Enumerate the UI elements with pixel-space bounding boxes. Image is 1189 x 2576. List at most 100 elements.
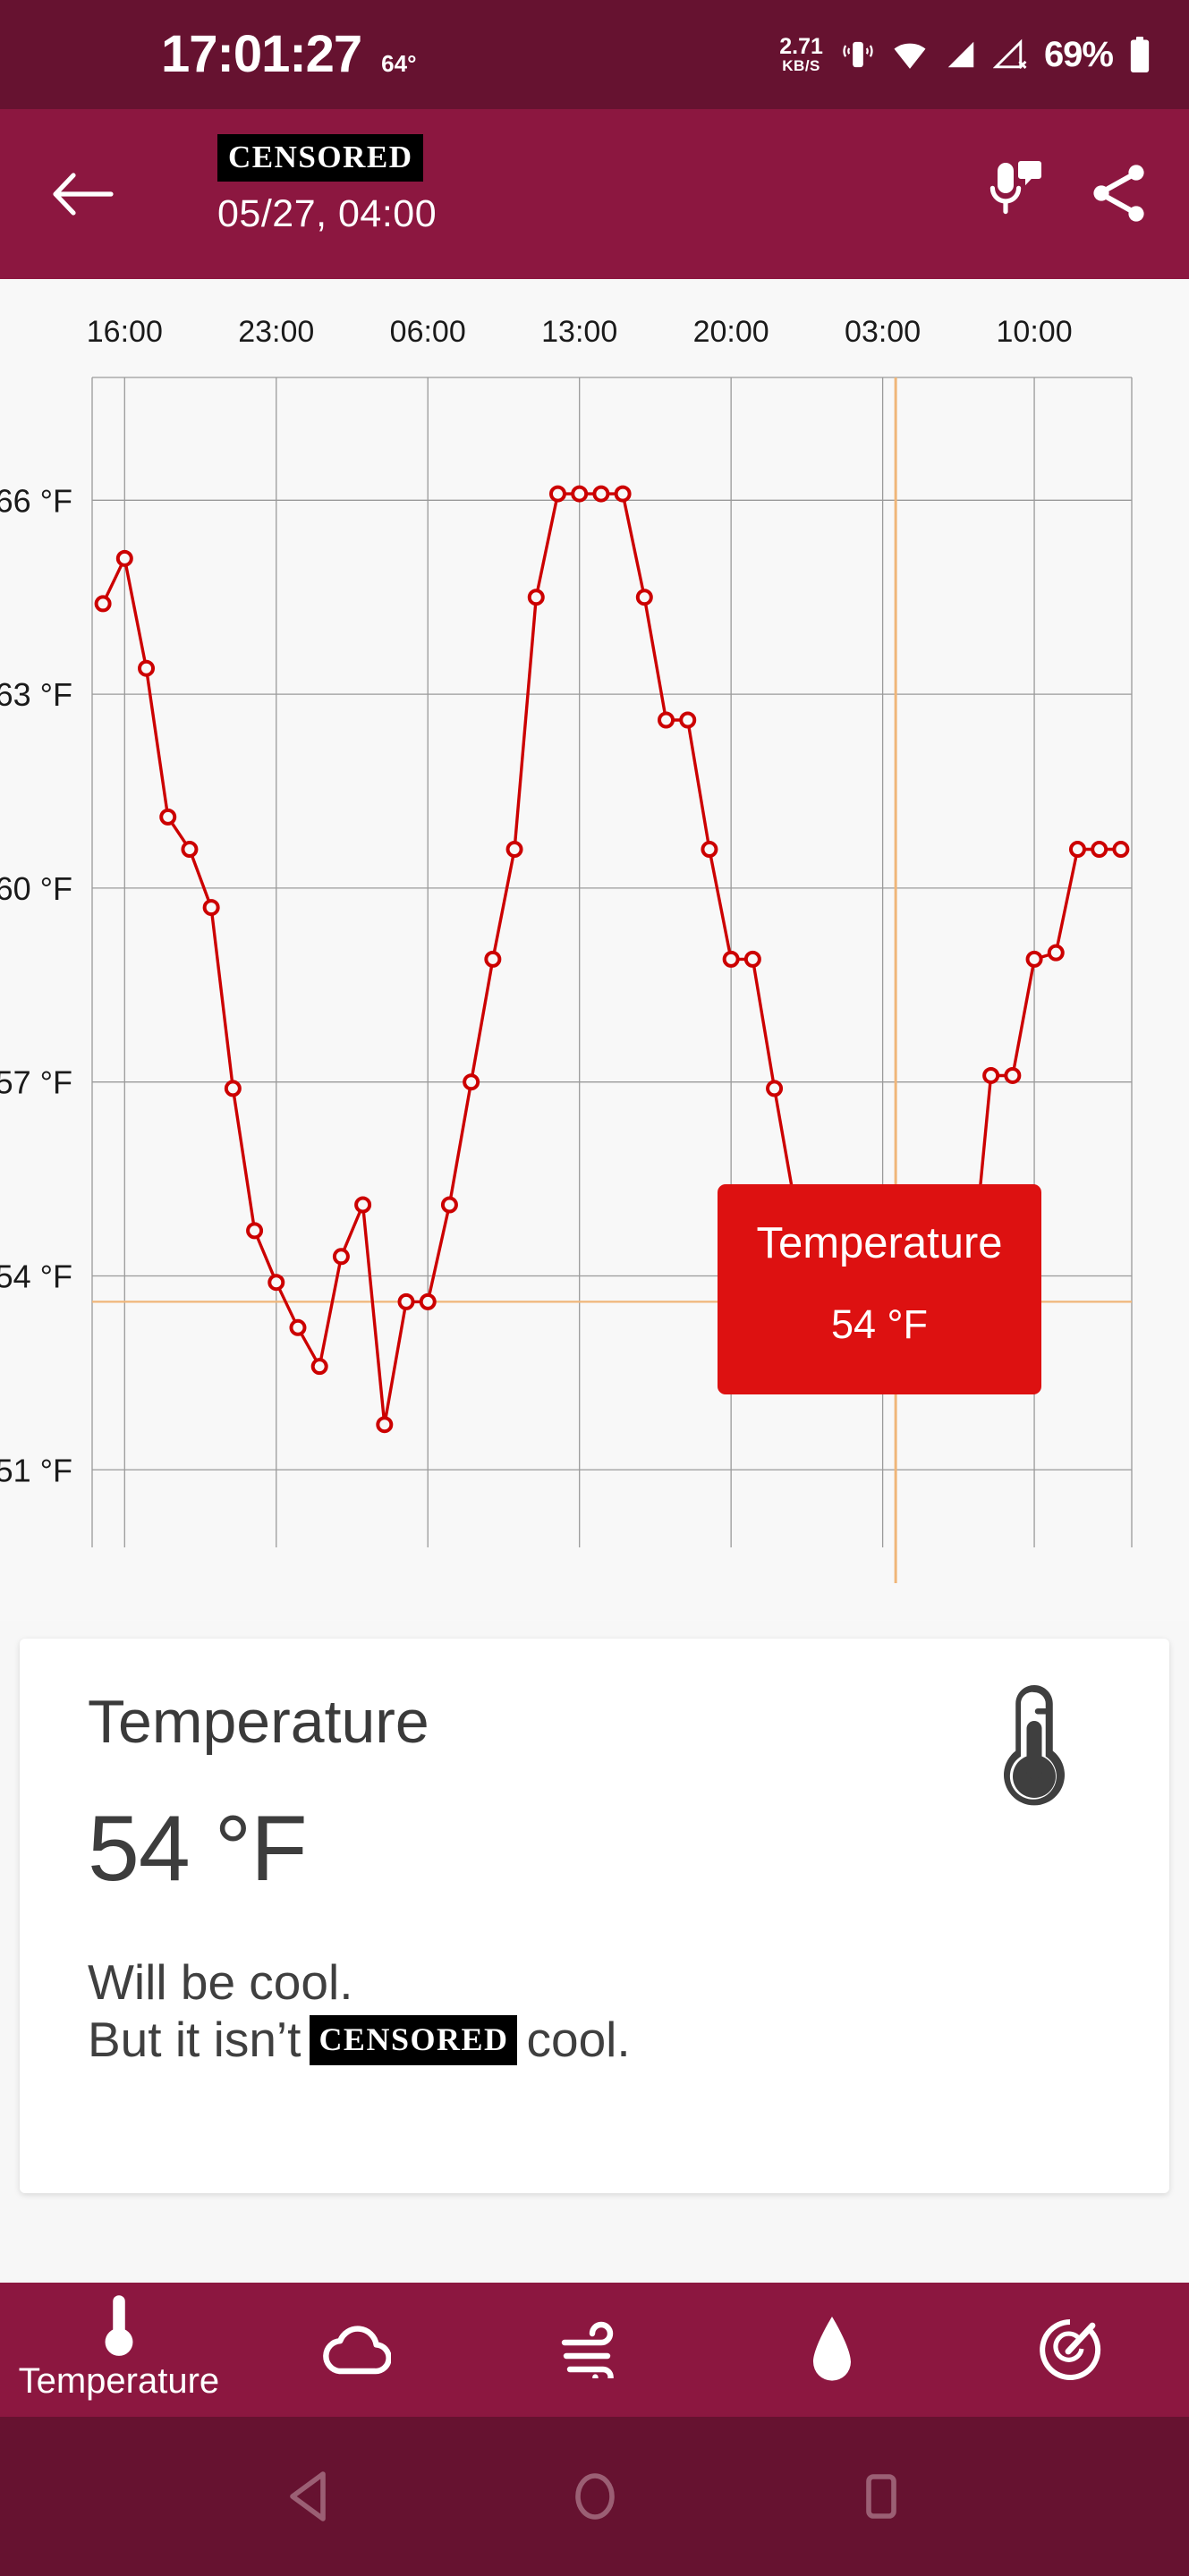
recents-square-icon — [865, 2474, 896, 2519]
chart-xtick-label: 03:00 — [845, 315, 921, 349]
chart-xtick-label: 06:00 — [390, 315, 466, 349]
chart-ytick-label: 54 °F — [0, 1258, 72, 1294]
chart-data-point[interactable] — [310, 1358, 328, 1376]
thermometer-icon — [105, 2295, 133, 2356]
temperature-detail-card[interactable]: Temperature 54 °F Will be cool. But it i… — [20, 1639, 1169, 2193]
chart-data-point[interactable] — [722, 950, 740, 968]
temperature-chart[interactable]: 16:00 23:00 06:00 13:00 20:00 03:00 10:00 66 °F… — [0, 279, 1189, 1621]
chart-tooltip[interactable]: Temperature 54 °F — [718, 1184, 1041, 1394]
chart-data-point[interactable] — [1047, 944, 1065, 962]
card-description: Will be cool. But it isn’t CENSORED cool… — [88, 1953, 631, 2069]
chart-data-point[interactable] — [181, 841, 199, 859]
chart-xtick-label: 10:00 — [997, 315, 1073, 349]
chart-data-point[interactable] — [268, 1274, 285, 1292]
chart-data-point[interactable] — [138, 659, 156, 677]
chart-data-point[interactable] — [224, 1080, 242, 1097]
chart-data-point[interactable] — [376, 1416, 394, 1434]
card-description-censored: CENSORED — [310, 2014, 518, 2065]
chart-data-point[interactable] — [354, 1196, 372, 1214]
gauge-icon — [1040, 2319, 1101, 2380]
chart-ytick-label: 57 °F — [0, 1064, 72, 1101]
network-speed: 2.71 KB/S — [779, 34, 823, 74]
status-bar: 17:01:27 64° 2.71 KB/S 69% — [0, 0, 1189, 109]
chart-data-point[interactable] — [246, 1222, 264, 1240]
nav-item-wind[interactable] — [476, 2283, 714, 2417]
chart-data-point[interactable] — [679, 711, 697, 729]
chart-tooltip-label: Temperature — [756, 1219, 1002, 1267]
card-description-line-1: Will be cool. — [88, 1954, 353, 2010]
chart-data-point[interactable] — [115, 549, 133, 567]
nav-item-temperature[interactable]: Temperature — [0, 2283, 238, 2417]
chart-data-point[interactable] — [159, 808, 177, 826]
chart-data-point[interactable] — [419, 1292, 437, 1310]
chart-ytick-label: 51 °F — [0, 1452, 72, 1488]
wifi-icon — [894, 43, 926, 69]
chart-xtick-label: 20:00 — [693, 315, 769, 349]
chart-data-point[interactable] — [505, 841, 523, 859]
chart-data-point[interactable] — [289, 1318, 307, 1336]
card-description-line-2: But it isn’t CENSORED cool. — [88, 2011, 631, 2068]
chart-data-point[interactable] — [1112, 841, 1130, 859]
android-system-nav — [0, 2417, 1189, 2576]
chart-data-point[interactable] — [571, 485, 589, 503]
system-back-button[interactable] — [268, 2456, 349, 2537]
chart-data-point[interactable] — [1091, 841, 1108, 859]
system-recents-button[interactable] — [841, 2456, 921, 2537]
network-speed-unit: KB/S — [782, 57, 820, 74]
chart-data-point[interactable] — [548, 485, 566, 503]
chart-xtick-label: 16:00 — [87, 315, 163, 349]
chart-data-point[interactable] — [463, 1073, 480, 1091]
page-subtitle: 05/27, 04:00 — [217, 192, 437, 235]
status-clock: 17:01:27 — [161, 25, 362, 83]
microphone-comment-icon — [989, 161, 1041, 215]
vibrate-icon — [843, 41, 873, 68]
card-title: Temperature — [88, 1688, 429, 1756]
page-title-censored: CENSORED — [217, 134, 424, 182]
wind-icon — [562, 2321, 615, 2378]
share-icon — [1093, 165, 1144, 222]
network-speed-value: 2.71 — [779, 34, 823, 59]
battery-icon — [1130, 37, 1150, 72]
signal-icon — [947, 41, 974, 68]
chart-data-point[interactable] — [701, 841, 718, 859]
card-description-line-2-post: cool. — [526, 2012, 631, 2068]
chart-data-point[interactable] — [94, 595, 112, 613]
chart-xtick-label: 13:00 — [541, 315, 617, 349]
nav-item-pressure[interactable] — [951, 2283, 1189, 2417]
nav-item-temperature-label: Temperature — [18, 2361, 220, 2401]
chart-data-point[interactable] — [766, 1080, 784, 1097]
chart-data-point[interactable] — [332, 1248, 350, 1266]
cloud-icon — [322, 2326, 391, 2375]
thermometer-icon — [1004, 1685, 1065, 1806]
back-button[interactable] — [49, 161, 115, 227]
chart-data-point[interactable] — [1068, 841, 1086, 859]
battery-percent: 69% — [1043, 34, 1114, 74]
chart-data-point[interactable] — [658, 711, 675, 729]
chart-data-point[interactable] — [592, 485, 610, 503]
status-outdoor-temp: 64° — [381, 50, 417, 77]
chart-data-point[interactable] — [1004, 1066, 1022, 1084]
microphone-comment-button[interactable] — [980, 161, 1044, 225]
chart-data-point[interactable] — [397, 1292, 415, 1310]
chart-data-point[interactable] — [635, 589, 653, 606]
system-home-button[interactable] — [555, 2456, 635, 2537]
nav-item-clouds[interactable] — [238, 2283, 476, 2417]
home-circle-icon — [574, 2473, 615, 2520]
nav-item-precipitation[interactable] — [713, 2283, 951, 2417]
chart-data-point[interactable] — [982, 1066, 1000, 1084]
chart-data-point[interactable] — [614, 485, 632, 503]
status-bar-right: 2.71 KB/S 69% — [779, 0, 1151, 109]
chart-data-point[interactable] — [440, 1196, 458, 1214]
app-bar: CENSORED 05/27, 04:00 — [0, 109, 1189, 279]
chart-data-point[interactable] — [1025, 950, 1043, 968]
status-bar-left: 17:01:27 64° — [161, 29, 417, 80]
share-button[interactable] — [1087, 161, 1151, 225]
chart-data-point[interactable] — [202, 899, 220, 917]
bottom-navigation: Temperature — [0, 2283, 1189, 2417]
chart-data-point[interactable] — [743, 950, 761, 968]
chart-data-point[interactable] — [527, 589, 545, 606]
chart-ytick-label: 60 °F — [0, 870, 72, 907]
chart-data-point[interactable] — [484, 950, 502, 968]
chart-ytick-label: 66 °F — [0, 482, 72, 519]
temperature-chart-svg[interactable]: 16:00 23:00 06:00 13:00 20:00 03:00 10:00 66 °F… — [0, 279, 1189, 1621]
